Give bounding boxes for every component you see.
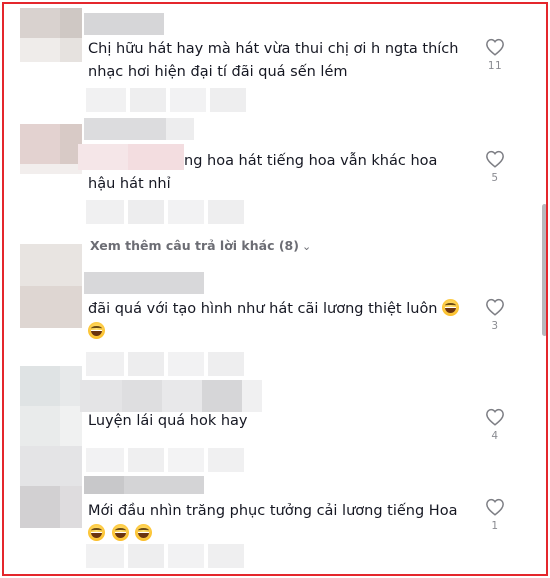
chevron-down-icon: ⌄ <box>301 240 312 253</box>
avatar[interactable] <box>20 8 82 62</box>
avatar[interactable] <box>20 124 82 174</box>
comment-meta-blurred <box>86 200 248 224</box>
like-count: 11 <box>487 60 503 72</box>
username-blurred[interactable] <box>84 476 204 494</box>
view-more-replies-button[interactable]: Xem thêm câu trả lời khác (8) ⌄ <box>90 238 311 253</box>
comment-text: Chị hữu hát hay mà hát vừa thui chị ơi h… <box>88 41 459 80</box>
like-button[interactable]: 1 <box>480 498 510 532</box>
avatar[interactable] <box>20 486 82 528</box>
avatar[interactable] <box>20 244 82 328</box>
like-count: 4 <box>491 430 499 442</box>
comment-text-content: đãi quá với tạo hình như hát cãi lương t… <box>88 301 438 317</box>
username-blurred[interactable] <box>84 13 164 35</box>
heart-outline-icon <box>486 150 504 168</box>
heart-outline-icon <box>486 408 504 426</box>
grinning-squinting-face-emoji <box>111 524 129 541</box>
avatar[interactable] <box>20 366 82 486</box>
grinning-squinting-face-emoji <box>88 524 105 541</box>
like-count: 3 <box>491 320 499 332</box>
comment-text: ng hoa hát tiếng hoa vẫn khác hoa hậu há… <box>88 153 438 192</box>
username-blurred[interactable] <box>84 118 194 140</box>
comment-text: Mới đầu nhìn trăng phục tưởng cải lương … <box>88 500 468 546</box>
like-button[interactable]: 4 <box>480 408 510 442</box>
comment-meta-blurred <box>86 448 248 472</box>
comment-text: Luyện lái quá hok hay <box>88 413 248 429</box>
view-more-label: Xem thêm câu trả lời khác (8) <box>90 238 299 253</box>
like-button[interactable]: 3 <box>480 298 510 332</box>
grinning-squinting-face-emoji <box>88 322 105 339</box>
like-button[interactable]: 5 <box>480 150 510 184</box>
heart-outline-icon <box>486 38 504 56</box>
username-blurred[interactable] <box>84 272 204 294</box>
username-blurred[interactable] <box>80 380 262 412</box>
grinning-squinting-face-emoji <box>135 524 153 541</box>
comment-panel: Chị hữu hát hay mà hát vừa thui chị ơi h… <box>2 2 548 576</box>
comment-meta-blurred <box>86 544 248 568</box>
comment-meta-blurred <box>86 352 248 376</box>
scrollbar-thumb[interactable] <box>542 204 546 336</box>
like-count: 1 <box>491 520 499 532</box>
heart-outline-icon <box>486 298 504 316</box>
comment-text: đãi quá với tạo hình như hát cãi lương t… <box>88 298 468 344</box>
like-button[interactable]: 11 <box>480 38 510 72</box>
comment-meta-blurred <box>86 88 250 112</box>
like-count: 5 <box>491 172 499 184</box>
comment-text-content: Mới đầu nhìn trăng phục tưởng cải lương … <box>88 503 458 519</box>
heart-outline-icon <box>486 498 504 516</box>
grinning-squinting-face-emoji <box>442 299 460 316</box>
